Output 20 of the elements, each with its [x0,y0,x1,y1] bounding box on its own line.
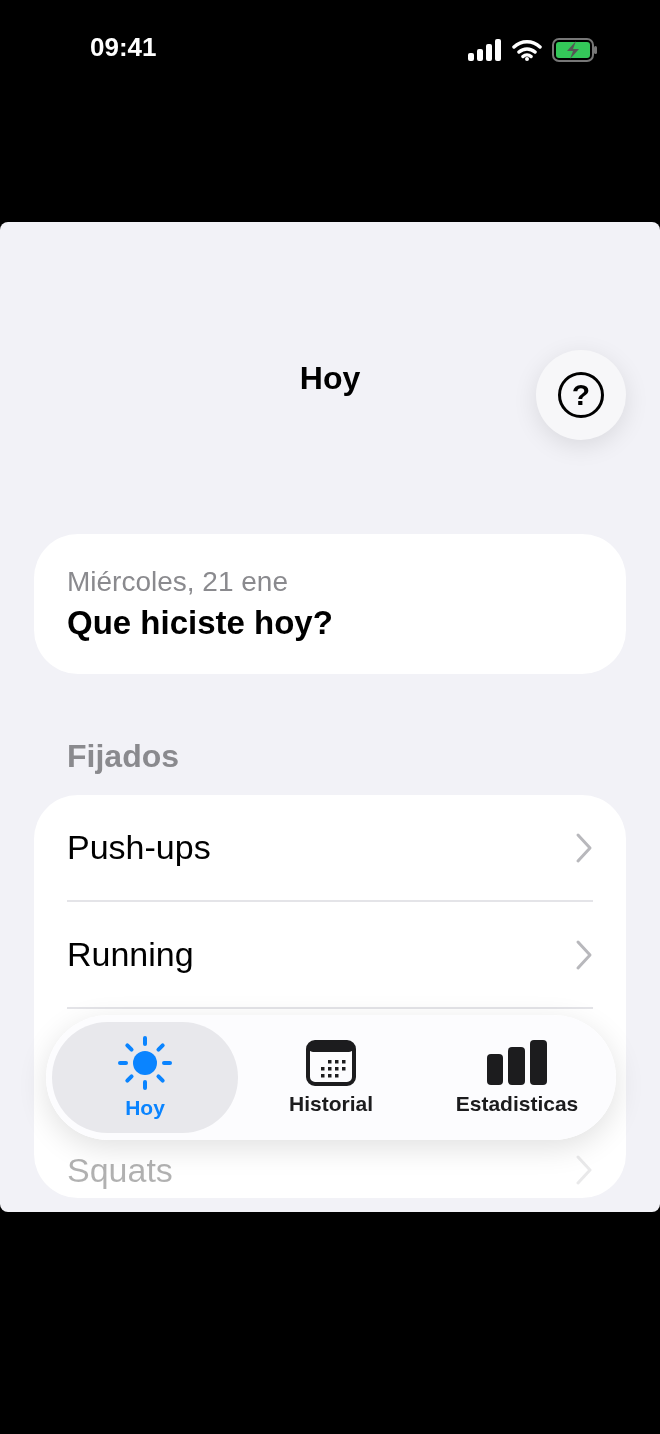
signal-icon [468,39,502,61]
help-button[interactable]: ? [536,350,626,440]
page-title: Hoy [299,359,361,397]
chevron-icon [575,938,593,971]
pinned-row[interactable]: Push-ups [67,795,593,902]
today-card[interactable]: Miércoles, 21 ene Que hiciste hoy? [34,534,626,674]
chevron-icon [575,1154,593,1186]
tab[interactable]: Historial [238,1022,424,1133]
bar-chart-icon [486,1039,548,1086]
sun-icon [118,1035,172,1090]
battery-icon [552,38,598,62]
status-time: 09:41 [90,32,157,63]
chevron-icon [575,831,593,864]
calendar-icon [306,1039,356,1086]
prompt-text: Que hiciste hoy? [67,604,334,642]
pinned-row[interactable]: Running [67,902,593,1009]
date-label: Miércoles, 21 ene [67,566,289,598]
wifi-icon [512,39,542,61]
section-heading: Fijados [67,738,180,775]
tab[interactable]: Estadisticas [424,1022,610,1133]
